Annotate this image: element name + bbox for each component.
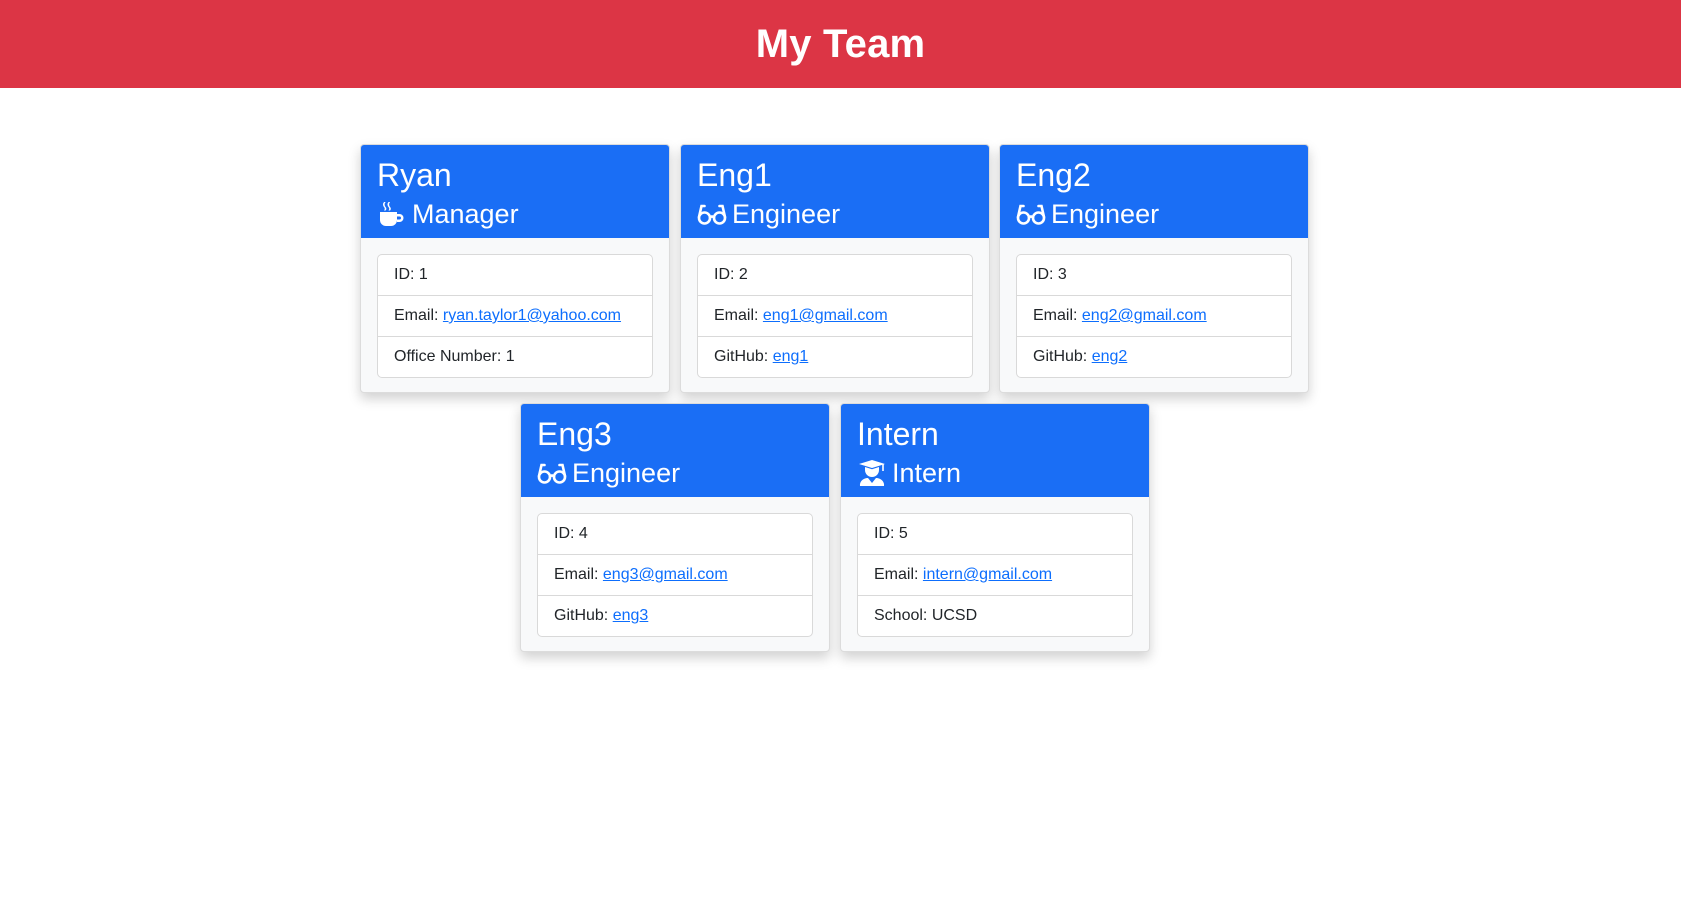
employee-card-intern: Intern Intern ID: 5 Email: intern@gmail.… bbox=[840, 403, 1150, 652]
glasses-icon bbox=[537, 458, 567, 488]
employee-role: Engineer bbox=[697, 195, 973, 233]
card-body: ID: 2 Email: eng1@gmail.com GitHub: eng1 bbox=[681, 238, 989, 392]
page-title: My Team bbox=[755, 21, 926, 66]
employee-id: ID: 1 bbox=[394, 266, 428, 283]
employee-id: ID: 2 bbox=[714, 266, 748, 283]
card-header: Eng2 Engineer bbox=[1000, 145, 1308, 238]
github-link[interactable]: eng1 bbox=[773, 348, 809, 365]
employee-role: Engineer bbox=[537, 454, 813, 492]
employee-role: Intern bbox=[857, 454, 1133, 492]
coffee-icon bbox=[377, 199, 407, 229]
employee-details: ID: 5 Email: intern@gmail.com School: UC… bbox=[857, 513, 1133, 637]
employee-role: Manager bbox=[377, 195, 653, 233]
employee-name: Eng2 bbox=[1016, 157, 1091, 193]
card-header: Intern Intern bbox=[841, 404, 1149, 497]
employee-role-label: Engineer bbox=[1051, 199, 1160, 229]
employee-id: ID: 4 bbox=[554, 525, 588, 542]
employee-office-number: Office Number: 1 bbox=[378, 336, 652, 377]
email-link[interactable]: eng1@gmail.com bbox=[763, 307, 888, 324]
employee-role-label: Intern bbox=[892, 458, 962, 488]
employee-details: ID: 4 Email: eng3@gmail.com GitHub: eng3 bbox=[537, 513, 813, 637]
email-link[interactable]: ryan.taylor1@yahoo.com bbox=[443, 307, 621, 324]
card-body: ID: 1 Email: ryan.taylor1@yahoo.com Offi… bbox=[361, 238, 669, 392]
team-area: Ryan Manager ID: 1 Email: ryan.taylor1@y… bbox=[0, 88, 1681, 912]
employee-name: Eng3 bbox=[537, 416, 612, 452]
email-link[interactable]: intern@gmail.com bbox=[923, 566, 1052, 583]
employee-role-label: Engineer bbox=[732, 199, 841, 229]
card-body: ID: 5 Email: intern@gmail.com School: UC… bbox=[841, 497, 1149, 651]
card-header: Eng3 Engineer bbox=[521, 404, 829, 497]
employee-email: Email: eng2@gmail.com bbox=[1017, 295, 1291, 336]
employee-card-manager: Ryan Manager ID: 1 Email: ryan.taylor1@y… bbox=[360, 144, 670, 393]
card-body: ID: 3 Email: eng2@gmail.com GitHub: eng2 bbox=[1000, 238, 1308, 392]
card-body: ID: 4 Email: eng3@gmail.com GitHub: eng3 bbox=[521, 497, 829, 651]
github-link[interactable]: eng3 bbox=[613, 607, 649, 624]
employee-card-engineer: Eng2 Engineer ID: 3 Email: eng2@gmail.co bbox=[999, 144, 1309, 393]
card-header: Ryan Manager bbox=[361, 145, 669, 238]
employee-email: Email: ryan.taylor1@yahoo.com bbox=[378, 295, 652, 336]
employee-role-label: Engineer bbox=[572, 458, 681, 488]
employee-details: ID: 3 Email: eng2@gmail.com GitHub: eng2 bbox=[1016, 254, 1292, 378]
email-link[interactable]: eng3@gmail.com bbox=[603, 566, 728, 583]
github-link[interactable]: eng2 bbox=[1092, 348, 1128, 365]
employee-id: ID: 5 bbox=[874, 525, 908, 542]
employee-github: GitHub: eng2 bbox=[1017, 336, 1291, 377]
employee-name: Intern bbox=[857, 416, 939, 452]
employee-role: Engineer bbox=[1016, 195, 1292, 233]
employee-email: Email: eng1@gmail.com bbox=[698, 295, 972, 336]
employee-details: ID: 1 Email: ryan.taylor1@yahoo.com Offi… bbox=[377, 254, 653, 378]
employee-name: Ryan bbox=[377, 157, 452, 193]
employee-card-engineer: Eng3 Engineer ID: 4 Email: eng3@gmail.co bbox=[520, 403, 830, 652]
employee-github: GitHub: eng1 bbox=[698, 336, 972, 377]
employee-github: GitHub: eng3 bbox=[538, 595, 812, 636]
employee-id: ID: 3 bbox=[1033, 266, 1067, 283]
employee-email: Email: eng3@gmail.com bbox=[538, 554, 812, 595]
employee-details: ID: 2 Email: eng1@gmail.com GitHub: eng1 bbox=[697, 254, 973, 378]
employee-email: Email: intern@gmail.com bbox=[858, 554, 1132, 595]
employee-school: School: UCSD bbox=[858, 595, 1132, 636]
employee-card-engineer: Eng1 Engineer ID: 2 Email: eng1@gmail.co bbox=[680, 144, 990, 393]
employee-name: Eng1 bbox=[697, 157, 772, 193]
graduate-icon bbox=[857, 458, 887, 488]
email-link[interactable]: eng2@gmail.com bbox=[1082, 307, 1207, 324]
glasses-icon bbox=[1016, 199, 1046, 229]
glasses-icon bbox=[697, 199, 727, 229]
page-header: My Team bbox=[0, 0, 1681, 88]
card-header: Eng1 Engineer bbox=[681, 145, 989, 238]
employee-role-label: Manager bbox=[412, 199, 519, 229]
